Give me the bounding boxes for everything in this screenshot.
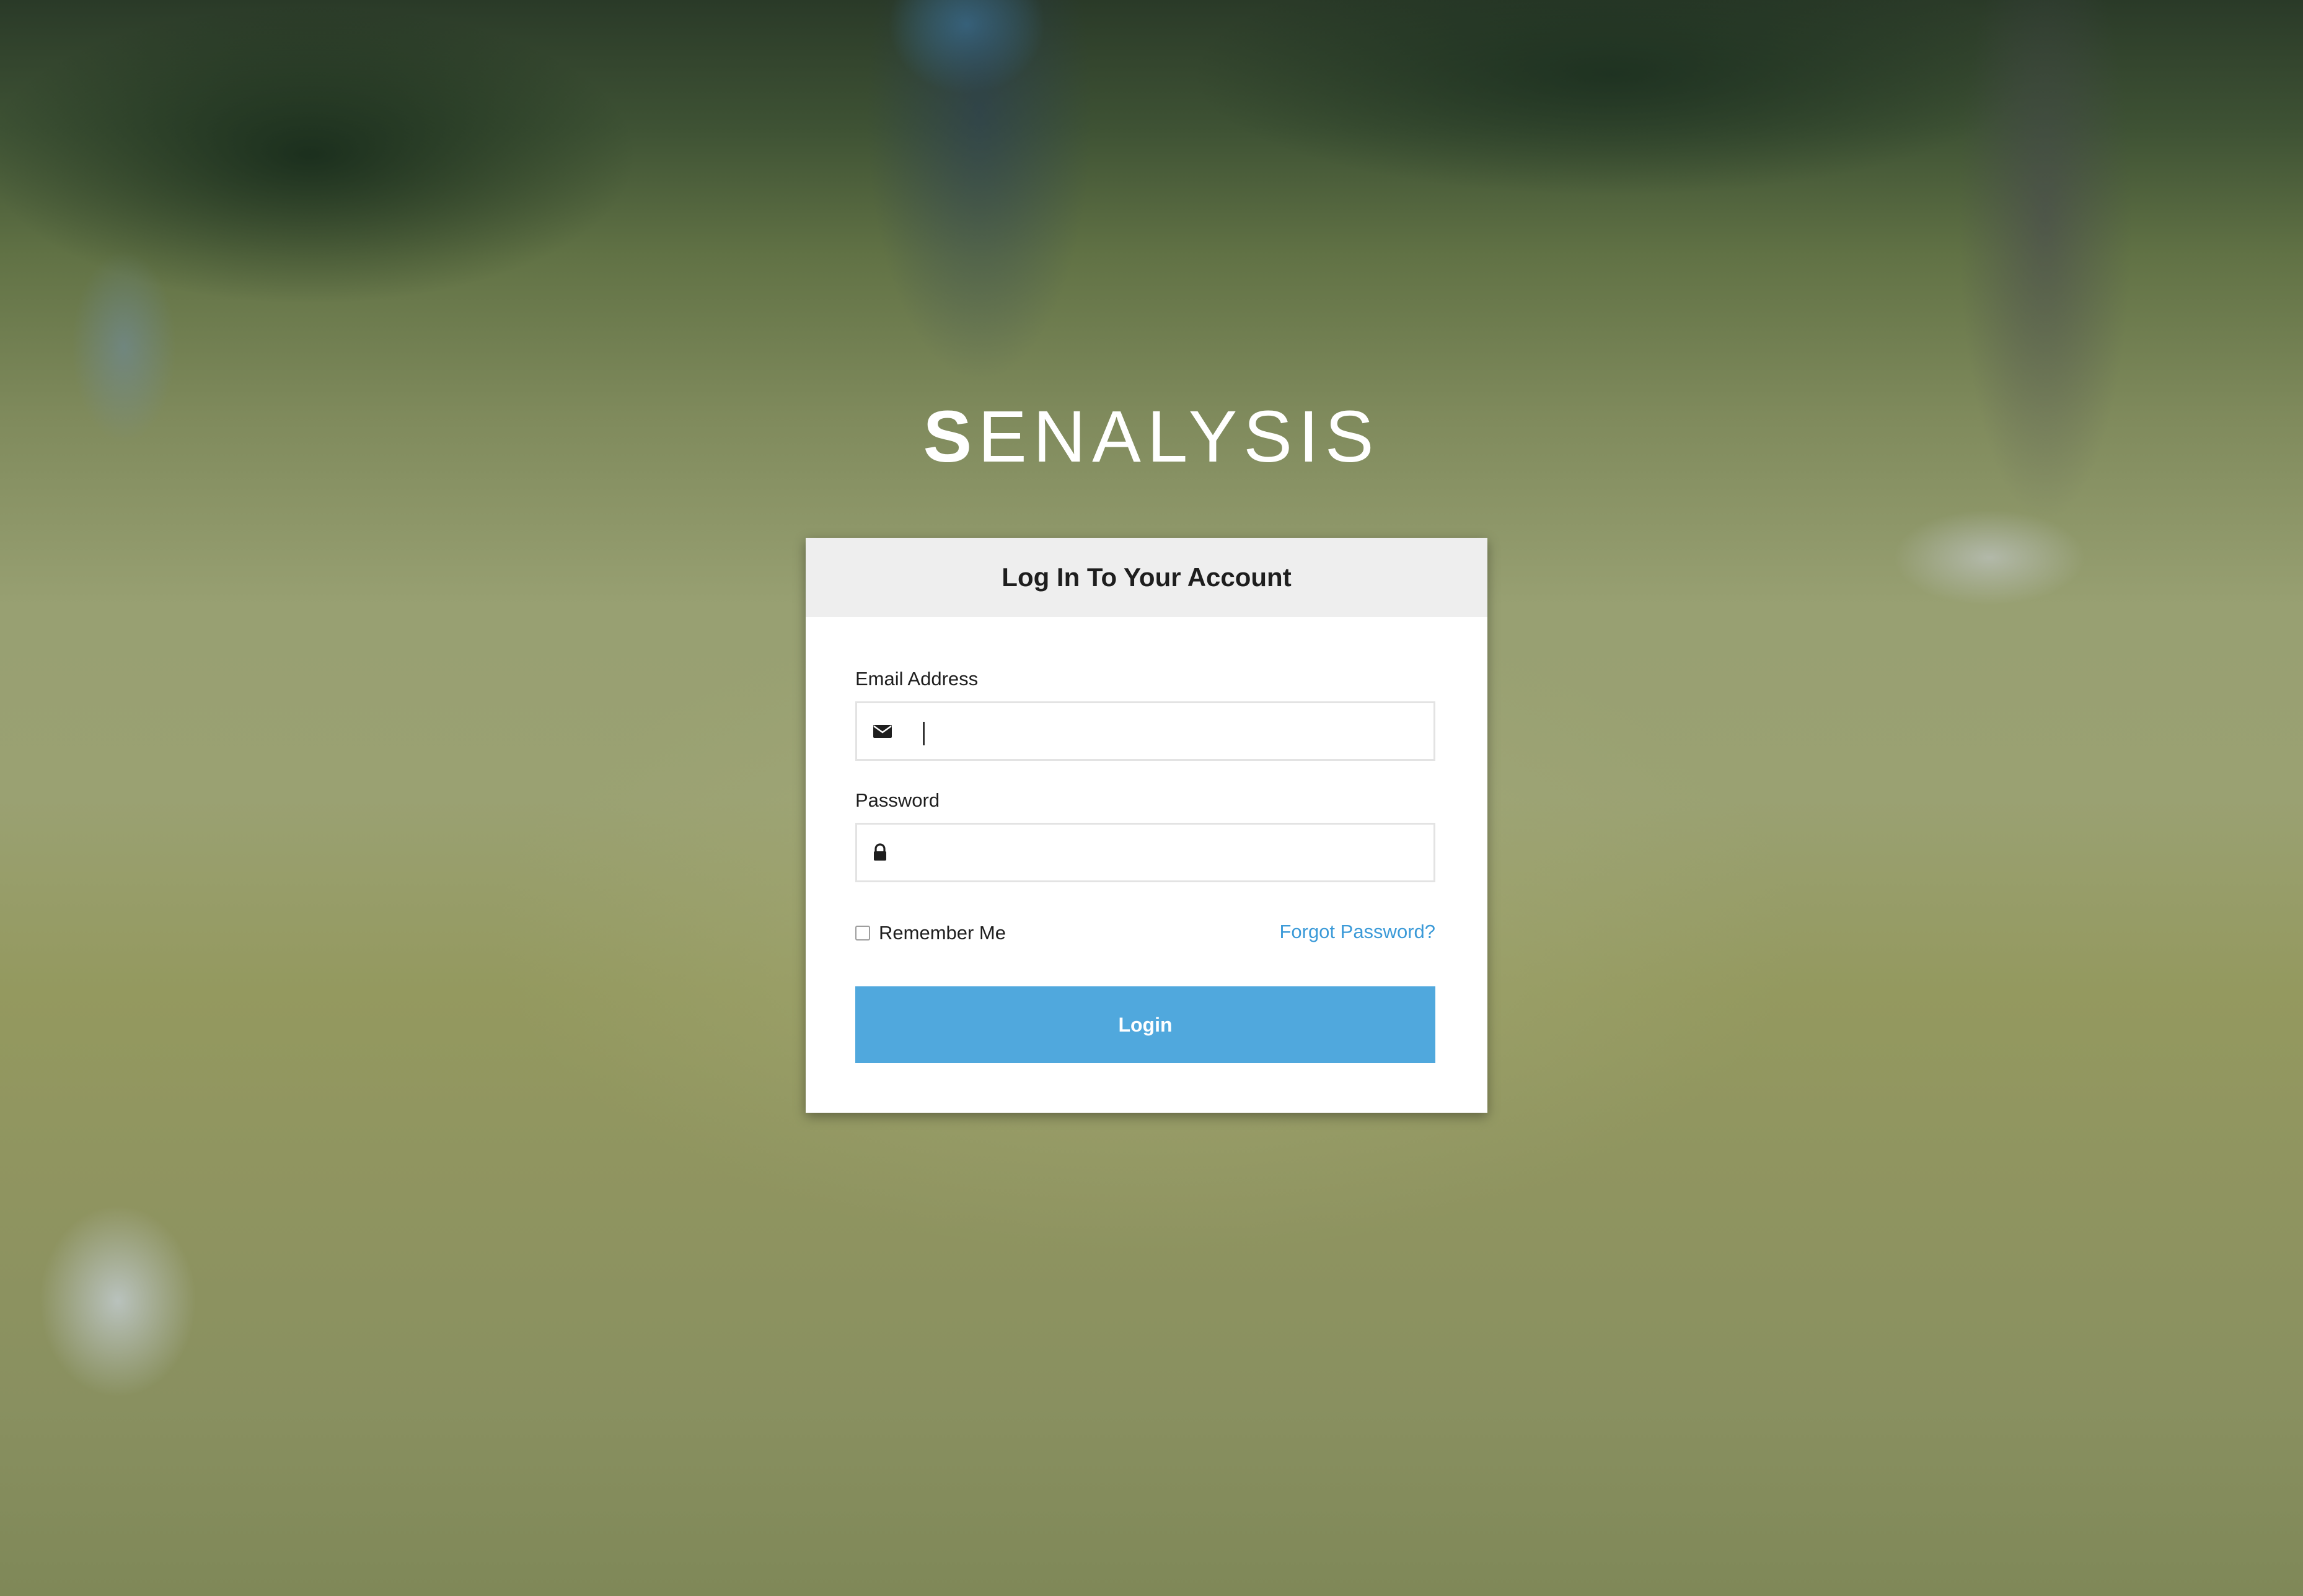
logo-first-letter: S: [923, 396, 979, 478]
password-input[interactable]: [919, 831, 1417, 875]
envelope-icon: [873, 725, 892, 738]
login-button[interactable]: Login: [855, 986, 1435, 1063]
remember-me-checkbox[interactable]: [855, 926, 870, 940]
lock-icon: [874, 843, 886, 861]
password-label: Password: [855, 789, 940, 811]
brand-logo: SENALYSIS: [0, 390, 2303, 483]
login-title: Log In To Your Account: [1002, 563, 1292, 592]
email-field[interactable]: [855, 701, 1435, 761]
login-card: Log In To Your Account Email Address Pas…: [806, 538, 1487, 1113]
email-input[interactable]: [919, 709, 1417, 754]
email-label: Email Address: [855, 668, 979, 690]
remember-me-label[interactable]: Remember Me: [879, 922, 1006, 944]
logo-rest: ENALYSIS: [978, 396, 1380, 478]
forgot-password-link[interactable]: Forgot Password?: [1279, 921, 1435, 943]
remember-me[interactable]: Remember Me: [855, 922, 1006, 944]
login-card-header: Log In To Your Account: [806, 538, 1487, 617]
password-field[interactable]: [855, 823, 1435, 882]
